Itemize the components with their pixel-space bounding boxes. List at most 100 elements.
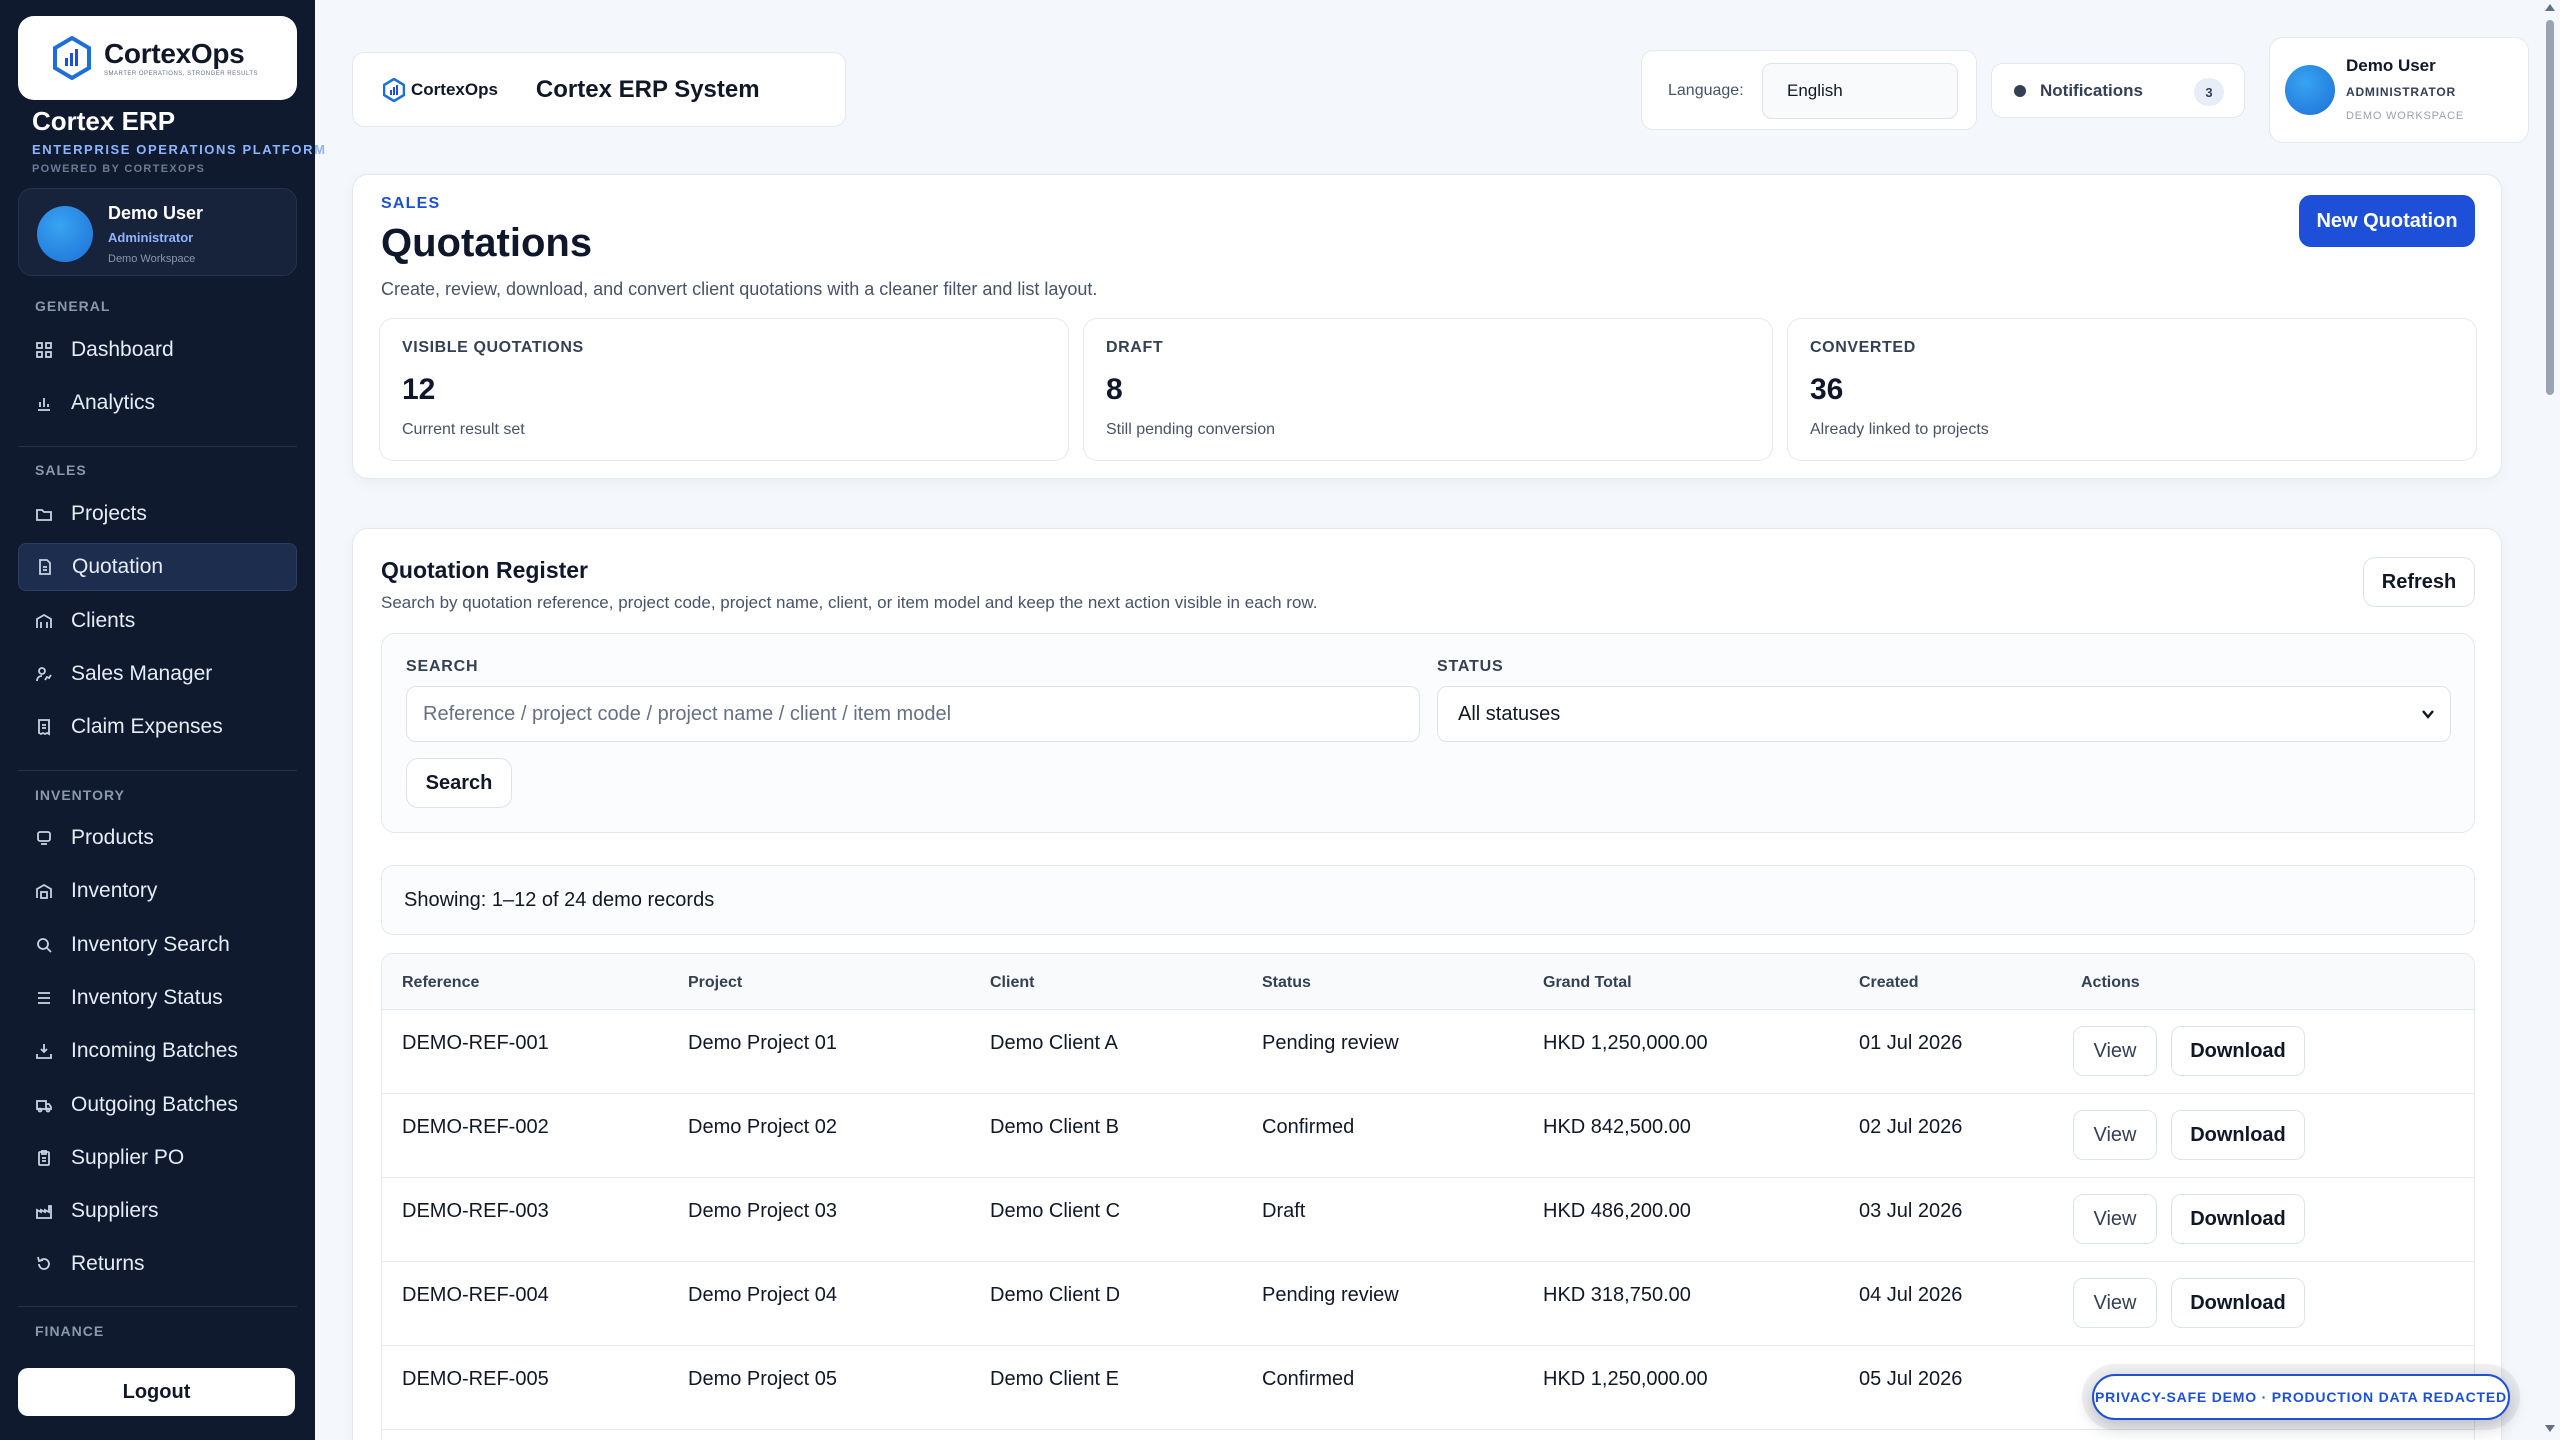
sidebar-item-label: Outgoing Batches: [71, 1093, 238, 1116]
factory-icon: [35, 1202, 53, 1220]
cell-status: Pending review: [1262, 1284, 1399, 1306]
page-description: Create, review, download, and convert cl…: [381, 279, 1098, 299]
column-header-status[interactable]: Status: [1262, 974, 1311, 992]
download-button[interactable]: Download: [2171, 1026, 2305, 1076]
sidebar-item-label: Dashboard: [71, 338, 174, 361]
app-subtitle: ENTERPRISE OPERATIONS PLATFORM: [32, 142, 327, 157]
system-title: Cortex ERP System: [535, 75, 760, 103]
bar-chart-icon: [35, 394, 53, 412]
notifications-button[interactable]: Notifications 3: [1991, 63, 2245, 118]
sidebar-item-inventory-search[interactable]: Inventory Search: [18, 921, 297, 969]
sidebar-item-projects[interactable]: Projects: [18, 490, 297, 538]
nav-section-sales: SALES: [35, 462, 87, 478]
table-row[interactable]: DEMO-REF-002 Demo Project 02 Demo Client…: [382, 1094, 2474, 1178]
scroll-up-arrow-icon[interactable]: [2545, 4, 2555, 11]
sidebar-item-label: Claim Expenses: [71, 715, 223, 738]
header-brand[interactable]: CortexOps Cortex ERP System: [352, 52, 846, 127]
view-button[interactable]: View: [2073, 1110, 2157, 1160]
user-chart-icon: [35, 665, 53, 683]
brand-logo-card[interactable]: CortexOps SMARTER OPERATIONS, STRONGER R…: [18, 16, 297, 100]
view-button[interactable]: View: [2073, 1026, 2157, 1076]
cell-client: Demo Client C: [990, 1200, 1121, 1222]
cell-created: 01 Jul 2026: [1859, 1032, 1963, 1054]
download-button[interactable]: Download: [2171, 1194, 2305, 1244]
sidebar-item-inventory-status[interactable]: Inventory Status: [18, 974, 297, 1022]
scroll-thumb[interactable]: [2546, 20, 2554, 395]
scroll-down-arrow-icon[interactable]: [2545, 1425, 2555, 1432]
sidebar-item-quotation[interactable]: Quotation: [18, 543, 297, 591]
column-header-project[interactable]: Project: [688, 974, 742, 992]
refresh-button[interactable]: Refresh: [2363, 557, 2475, 607]
nav-divider: [18, 770, 297, 771]
cell-project: Demo Project 01: [688, 1032, 837, 1054]
sidebar-item-outgoing-batches[interactable]: Outgoing Batches: [18, 1081, 297, 1129]
stat-value: 12: [402, 373, 436, 406]
sidebar-item-analytics[interactable]: Analytics: [18, 379, 297, 427]
app-title: Cortex ERP: [32, 106, 176, 136]
quotation-register-card: Quotation Register Search by quotation r…: [352, 528, 2502, 1440]
download-button[interactable]: Download: [2171, 1278, 2305, 1328]
page-scrollbar[interactable]: [2540, 0, 2560, 1440]
search-button[interactable]: Search: [406, 758, 512, 808]
stat-label: VISIBLE QUOTATIONS: [402, 339, 584, 356]
view-button[interactable]: View: [2073, 1194, 2157, 1244]
table-row[interactable]: DEMO-REF-004 Demo Project 04 Demo Client…: [382, 1262, 2474, 1346]
sidebar-item-sales-manager[interactable]: Sales Manager: [18, 650, 297, 698]
column-header-client[interactable]: Client: [990, 974, 1034, 992]
header-user-menu[interactable]: Demo User ADMINISTRATOR DEMO WORKSPACE: [2269, 37, 2529, 143]
cell-created: 03 Jul 2026: [1859, 1200, 1963, 1222]
cell-project: Demo Project 02: [688, 1116, 837, 1138]
nav-divider: [18, 446, 297, 447]
register-title: Quotation Register: [381, 557, 589, 583]
search-input[interactable]: [406, 686, 1420, 742]
column-header-reference[interactable]: Reference: [402, 974, 479, 992]
cell-reference: DEMO-REF-001: [402, 1032, 549, 1054]
grid-icon: [35, 341, 53, 359]
cell-status: Pending review: [1262, 1032, 1399, 1054]
sidebar-item-returns[interactable]: Returns: [18, 1240, 297, 1288]
language-select[interactable]: English: [1762, 63, 1958, 119]
header-brand-name: CortexOps: [411, 79, 498, 99]
sidebar-item-dashboard[interactable]: Dashboard: [18, 326, 297, 374]
cell-client: Demo Client D: [990, 1284, 1121, 1306]
notifications-count-badge: 3: [2194, 78, 2224, 106]
search-label: SEARCH: [406, 658, 479, 675]
sidebar-item-label: Analytics: [71, 391, 156, 414]
nav-section-inventory: INVENTORY: [35, 787, 125, 803]
column-header-grand-total[interactable]: Grand Total: [1543, 974, 1632, 992]
sidebar-item-claim-expenses[interactable]: Claim Expenses: [18, 703, 297, 751]
clipboard-icon: [35, 1149, 53, 1167]
cell-created: 05 Jul 2026: [1859, 1368, 1963, 1390]
sidebar-item-incoming-batches[interactable]: Incoming Batches: [18, 1027, 297, 1075]
status-label: STATUS: [1437, 658, 1504, 675]
sidebar-item-label: Sales Manager: [71, 662, 213, 685]
sidebar-item-label: Products: [71, 826, 154, 849]
stat-draft: DRAFT 8 Still pending conversion: [1083, 318, 1773, 461]
stat-label: DRAFT: [1106, 339, 1164, 356]
logout-button[interactable]: Logout: [18, 1368, 295, 1416]
sidebar-item-inventory[interactable]: Inventory: [18, 867, 297, 915]
status-select[interactable]: All statuses: [1437, 686, 2451, 742]
table-row[interactable]: DEMO-REF-003 Demo Project 03 Demo Client…: [382, 1178, 2474, 1262]
sidebar-item-suppliers[interactable]: Suppliers: [18, 1187, 297, 1235]
view-button[interactable]: View: [2073, 1278, 2157, 1328]
notification-dot-icon: [2014, 84, 2026, 97]
sidebar-item-products[interactable]: Products: [18, 814, 297, 862]
brand-tagline: SMARTER OPERATIONS, STRONGER RESULTS: [104, 71, 259, 77]
column-header-actions: Actions: [2081, 974, 2140, 991]
cell-status: Confirmed: [1262, 1368, 1355, 1390]
download-button[interactable]: Download: [2171, 1110, 2305, 1160]
sidebar-item-label: Inventory Search: [71, 933, 230, 956]
sidebar-item-clients[interactable]: Clients: [18, 597, 297, 645]
column-header-created[interactable]: Created: [1859, 974, 1919, 992]
quotations-summary-card: SALES Quotations Create, review, downloa…: [352, 174, 2502, 479]
language-label: Language:: [1668, 82, 1744, 99]
folder-icon: [35, 505, 53, 523]
sidebar-user-card[interactable]: Demo User Administrator Demo Workspace: [18, 188, 297, 276]
sidebar-item-supplier-po[interactable]: Supplier PO: [18, 1134, 297, 1182]
table-row[interactable]: DEMO-REF-001 Demo Project 01 Demo Client…: [382, 1010, 2474, 1094]
cell-reference: DEMO-REF-004: [402, 1284, 549, 1306]
truck-icon: [35, 1096, 53, 1114]
new-quotation-button[interactable]: New Quotation: [2299, 195, 2475, 247]
section-eyebrow: SALES: [381, 195, 441, 212]
